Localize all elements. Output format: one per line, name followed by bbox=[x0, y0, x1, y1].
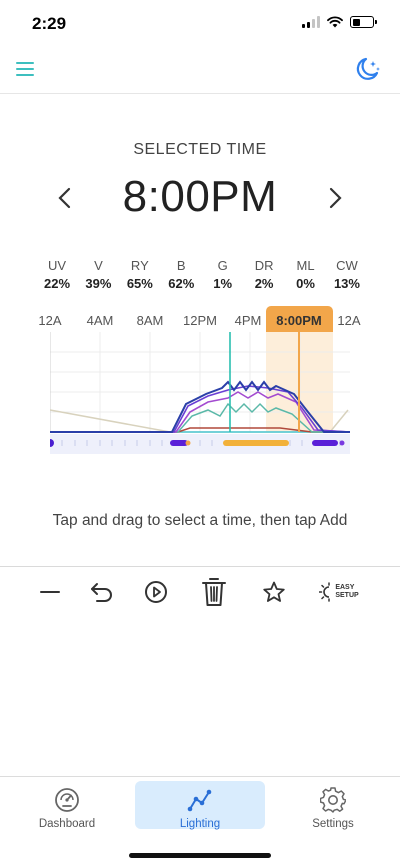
cellular-signal-icon bbox=[302, 16, 320, 28]
trash-icon bbox=[202, 578, 226, 606]
axis-label: 4AM bbox=[86, 313, 114, 328]
channel-value: 13% bbox=[333, 276, 360, 291]
channel-value: 39% bbox=[85, 276, 112, 291]
bottom-tab-bar: Dashboard Lighting Settings bbox=[0, 776, 400, 865]
channel-ry: RY 65% bbox=[120, 258, 160, 291]
axis-label: 4PM bbox=[234, 313, 262, 328]
channel-name: V bbox=[94, 258, 103, 273]
channel-name: ML bbox=[296, 258, 315, 273]
channel-value: 2% bbox=[254, 276, 274, 291]
delete-button[interactable] bbox=[196, 575, 232, 609]
axis-label: 12A bbox=[38, 313, 62, 328]
channel-value: 65% bbox=[126, 276, 153, 291]
undo-icon bbox=[91, 583, 112, 602]
channel-uv: UV 22% bbox=[37, 258, 77, 291]
chart-line-icon bbox=[187, 789, 212, 812]
channel-g: G 1% bbox=[203, 258, 243, 291]
easy-setup-line1: EASY bbox=[335, 584, 355, 591]
channel-ml: ML 0% bbox=[286, 258, 326, 291]
status-bar: 2:29 bbox=[0, 0, 400, 48]
sun-half-icon bbox=[319, 582, 331, 602]
play-circle-icon bbox=[145, 581, 167, 603]
axis-label: 12PM bbox=[183, 313, 217, 328]
status-icons bbox=[302, 16, 377, 28]
tab-label: Dashboard bbox=[38, 818, 96, 830]
instruction-text: Tap and drag to select a time, then tap … bbox=[52, 512, 348, 529]
selected-time-label: SELECTED TIME bbox=[133, 141, 267, 158]
channel-value: 62% bbox=[168, 276, 195, 291]
tab-label: Lighting bbox=[179, 818, 221, 830]
schedule-graph[interactable] bbox=[50, 332, 350, 456]
channel-dr: DR 2% bbox=[244, 258, 284, 291]
time-axis: 12A 4AM 8AM 12PM 4PM 8:00PM 12A bbox=[0, 306, 400, 334]
channel-name: RY bbox=[130, 258, 149, 273]
home-indicator bbox=[129, 853, 271, 858]
channel-cw: CW 13% bbox=[327, 258, 367, 291]
chevron-right-icon[interactable] bbox=[325, 186, 345, 210]
gauge-icon bbox=[55, 788, 79, 812]
axis-label: 8AM bbox=[136, 313, 164, 328]
channel-name: CW bbox=[336, 258, 358, 273]
selected-time-tab-label: 8:00PM bbox=[276, 313, 322, 328]
easy-setup-line2: SETUP bbox=[335, 592, 359, 599]
tab-settings[interactable]: Settings bbox=[268, 781, 398, 830]
star-icon bbox=[263, 581, 285, 602]
app-header bbox=[0, 48, 400, 94]
channel-value: 1% bbox=[213, 276, 233, 291]
time-selector: 8:00PM bbox=[0, 172, 400, 224]
easy-setup-button[interactable]: EASY SETUP bbox=[316, 575, 362, 609]
channel-name: DR bbox=[254, 258, 274, 273]
channel-v: V 39% bbox=[78, 258, 118, 291]
channel-value: 0% bbox=[296, 276, 315, 291]
easy-setup-label: EASY SETUP bbox=[335, 584, 358, 600]
favorite-button[interactable] bbox=[256, 575, 292, 609]
channel-name: B bbox=[176, 258, 186, 273]
tab-lighting[interactable]: Lighting bbox=[135, 781, 265, 830]
tab-dashboard[interactable]: Dashboard bbox=[2, 781, 132, 830]
play-preview-button[interactable] bbox=[138, 575, 174, 609]
channel-name: G bbox=[217, 258, 228, 273]
channel-values: UV 22% V 39% RY 65% B 62% G 1% DR 2% ML … bbox=[37, 258, 367, 291]
undo-button[interactable] bbox=[84, 575, 120, 609]
tab-label: Settings bbox=[312, 818, 354, 830]
minus-icon bbox=[40, 591, 60, 593]
channel-b: B 62% bbox=[161, 258, 201, 291]
wifi-icon bbox=[327, 16, 343, 28]
status-time: 2:29 bbox=[32, 14, 67, 33]
remove-point-button[interactable] bbox=[32, 575, 68, 609]
axis-label: 12A bbox=[337, 313, 361, 328]
hamburger-menu-icon[interactable] bbox=[16, 62, 34, 76]
moon-stars-icon[interactable] bbox=[352, 54, 382, 84]
battery-icon bbox=[350, 16, 377, 28]
lighting-schedule-chart[interactable] bbox=[50, 332, 350, 456]
action-toolbar: EASY SETUP bbox=[0, 566, 400, 616]
channel-name: UV bbox=[47, 258, 67, 273]
gear-icon bbox=[320, 787, 346, 813]
channel-value: 22% bbox=[43, 276, 71, 291]
